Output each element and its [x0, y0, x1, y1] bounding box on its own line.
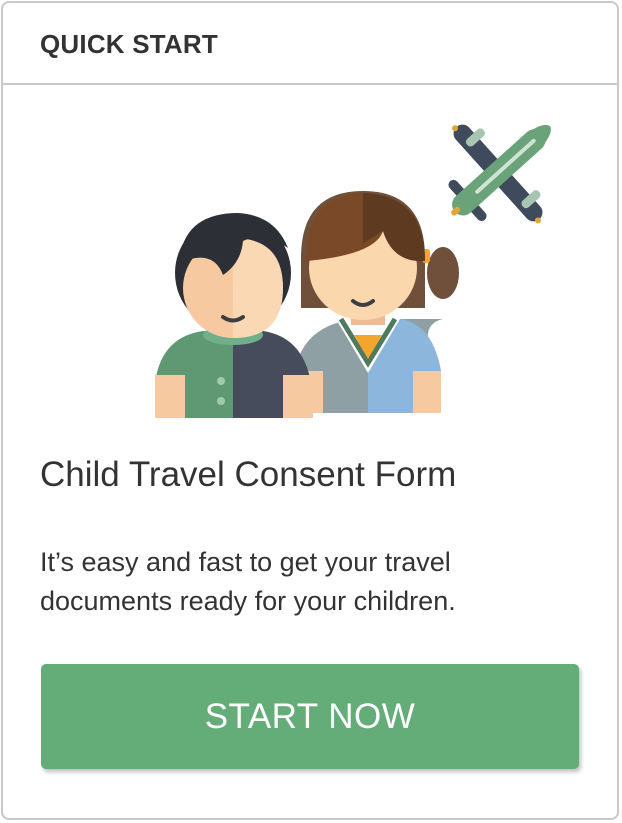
card-header: QUICK START: [3, 3, 617, 85]
start-now-button[interactable]: START NOW: [41, 664, 579, 769]
form-title: Child Travel Consent Form: [40, 455, 457, 494]
girl-icon: [295, 191, 459, 413]
quick-start-card: QUICK START Child Travel Consent Form It…: [1, 1, 619, 820]
header-title: QUICK START: [40, 29, 218, 59]
airplane-icon: [448, 124, 551, 224]
form-description: It’s easy and fast to get your travel do…: [40, 547, 456, 616]
illustration: [155, 124, 551, 418]
boy-icon: [155, 213, 313, 418]
